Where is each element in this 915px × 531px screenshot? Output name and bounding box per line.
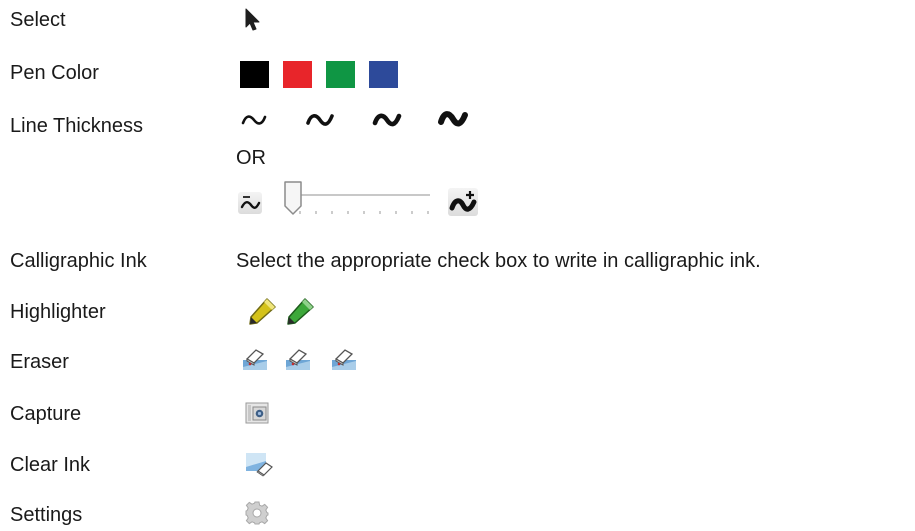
eraser-medium-icon[interactable] [285, 347, 311, 371]
row-label-pen-color: Pen Color [10, 62, 99, 84]
eraser-small-icon[interactable] [242, 347, 268, 371]
clear-ink-icon[interactable] [245, 451, 273, 477]
line-thickest-icon[interactable] [437, 109, 469, 129]
gear-icon[interactable] [245, 501, 269, 525]
or-text: OR [236, 147, 266, 169]
pen-color-blue-swatch[interactable] [369, 61, 398, 88]
row-label-calligraphic-ink: Calligraphic Ink [10, 250, 147, 272]
eraser-large-icon[interactable] [331, 347, 357, 371]
row-label-highlighter: Highlighter [10, 301, 106, 323]
row-label-select: Select [10, 9, 66, 31]
row-label-capture: Capture [10, 403, 82, 425]
yellow-highlighter-icon[interactable] [245, 296, 279, 326]
calligraphic-ink-description: Select the appropriate check box to writ… [236, 250, 761, 272]
pen-color-swatches [240, 61, 410, 88]
thickness-slider-thumb[interactable] [283, 180, 303, 216]
line-medium-icon[interactable] [305, 111, 335, 129]
camera-capture-icon[interactable] [245, 402, 269, 424]
row-label-clear-ink: Clear Ink [10, 454, 91, 476]
thickness-decrease-icon[interactable] [238, 192, 262, 214]
select-cursor-icon[interactable] [244, 8, 262, 32]
thickness-slider-row [238, 178, 488, 222]
row-label-settings: Settings [10, 504, 83, 526]
pen-color-black-swatch[interactable] [240, 61, 269, 88]
pen-color-red-swatch[interactable] [283, 61, 312, 88]
row-label-line-thickness: Line Thickness [10, 115, 144, 137]
line-thin-icon[interactable] [240, 112, 268, 128]
green-highlighter-icon[interactable] [283, 296, 317, 326]
thickness-increase-icon[interactable] [448, 188, 478, 216]
thickness-slider[interactable] [278, 178, 433, 222]
row-label-eraser: Eraser [10, 351, 69, 373]
line-thick-icon[interactable] [372, 111, 402, 129]
pen-color-green-swatch[interactable] [326, 61, 355, 88]
